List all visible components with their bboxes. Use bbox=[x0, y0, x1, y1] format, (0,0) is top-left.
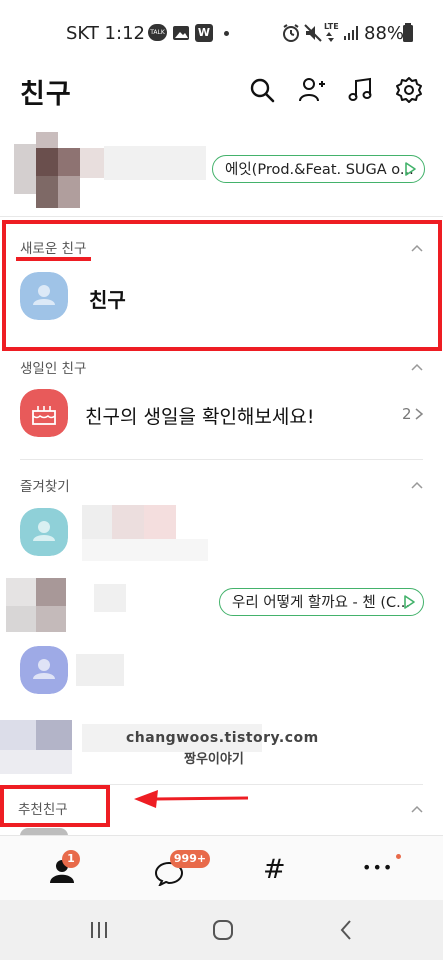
favorite-music-pill[interactable]: 우리 어떻게 할까요 - 첸 (C... bbox=[219, 588, 424, 616]
my-profile-avatar[interactable] bbox=[14, 130, 104, 210]
play-icon bbox=[405, 162, 416, 176]
favorite-name-blurred bbox=[94, 584, 126, 612]
talk-notification-icon: TALK bbox=[148, 24, 167, 41]
divider bbox=[0, 216, 443, 217]
carrier-time: SKT 1:12 bbox=[66, 23, 145, 44]
blur-block bbox=[6, 606, 36, 632]
blur-block bbox=[144, 505, 176, 539]
collapse-new-friends-icon[interactable] bbox=[410, 243, 424, 253]
favorite-avatar-blurred bbox=[0, 720, 36, 750]
tab-friends[interactable]: 1 bbox=[42, 848, 82, 888]
battery-percent: 88% bbox=[364, 23, 405, 44]
search-icon[interactable] bbox=[248, 76, 276, 104]
page-title: 친구 bbox=[20, 79, 72, 110]
section-label-favorites: 즐겨찾기 bbox=[20, 479, 70, 495]
signal-icon bbox=[344, 26, 358, 40]
collapse-favorites-icon[interactable] bbox=[410, 480, 424, 490]
home-icon[interactable] bbox=[212, 919, 234, 941]
watermark-name: 짱우이야기 bbox=[184, 752, 244, 767]
image-notification-icon bbox=[173, 26, 189, 40]
tab-hash[interactable]: # bbox=[263, 854, 286, 885]
red-arrow-annotation bbox=[134, 790, 249, 808]
add-friend-icon[interactable] bbox=[298, 76, 326, 104]
birthday-prompt-text: 친구의 생일을 확인해보세요! bbox=[85, 406, 315, 428]
blur-block bbox=[36, 606, 66, 632]
w-notification-icon: W bbox=[195, 24, 213, 42]
favorite-name-blurred bbox=[76, 654, 124, 686]
more-dots-icon: ••• bbox=[362, 858, 394, 877]
my-music-pill[interactable]: 에잇(Prod.&Feat. SUGA o... bbox=[212, 155, 425, 183]
friends-badge: 1 bbox=[62, 850, 80, 868]
tab-chats[interactable]: 999+ bbox=[152, 848, 212, 888]
system-nav-bar bbox=[0, 900, 443, 960]
status-bar: SKT 1:12 TALK W LTE 88% bbox=[0, 0, 443, 66]
birthday-row[interactable]: 친구의 생일을 확인해보세요! 2 bbox=[20, 389, 425, 439]
default-avatar-icon bbox=[20, 508, 68, 556]
collapse-birthday-icon[interactable] bbox=[410, 362, 424, 372]
favorite-item[interactable] bbox=[20, 505, 420, 564]
section-label-birthday: 생일인 친구 bbox=[20, 361, 87, 377]
section-label-new-friends: 새로운 친구 bbox=[20, 241, 87, 257]
alarm-icon bbox=[283, 24, 299, 42]
watermark-url: changwoos.tistory.com bbox=[126, 730, 319, 746]
favorite-item[interactable] bbox=[20, 646, 420, 696]
blur-block bbox=[0, 750, 72, 774]
birthday-count: 2 bbox=[402, 405, 412, 423]
default-avatar-icon bbox=[20, 272, 68, 320]
favorite-item[interactable]: 우리 어떻게 할까요 - 첸 (C... bbox=[6, 578, 426, 634]
more-new-dot bbox=[396, 854, 401, 859]
music-icon[interactable] bbox=[347, 76, 375, 104]
collapse-recommended-icon[interactable] bbox=[410, 804, 424, 814]
new-friend-name: 친구 bbox=[89, 288, 126, 312]
favorite-music-pill-label: 우리 어떻게 할까요 - 첸 (C... bbox=[232, 595, 410, 611]
my-profile-name-blurred bbox=[104, 146, 206, 180]
underline-annotation bbox=[16, 257, 91, 261]
list-item-new-friend[interactable]: 친구 bbox=[20, 272, 420, 324]
play-icon bbox=[404, 595, 415, 609]
blur-block bbox=[112, 505, 144, 539]
birthday-cake-icon bbox=[20, 389, 68, 437]
more-notifications-dot bbox=[224, 31, 229, 36]
blur-block bbox=[82, 539, 208, 561]
tab-more[interactable]: ••• bbox=[362, 854, 402, 886]
back-icon[interactable] bbox=[339, 919, 353, 941]
default-avatar-icon bbox=[20, 646, 68, 694]
mute-icon bbox=[304, 24, 322, 42]
recent-apps-icon[interactable] bbox=[89, 920, 109, 940]
favorite-avatar-blurred bbox=[6, 578, 36, 606]
blur-block bbox=[36, 578, 66, 606]
divider bbox=[20, 459, 423, 460]
my-music-pill-label: 에잇(Prod.&Feat. SUGA o... bbox=[225, 162, 414, 178]
section-label-recommended: 추천친구 bbox=[18, 802, 68, 818]
blur-block bbox=[36, 720, 72, 754]
chats-badge: 999+ bbox=[170, 850, 210, 868]
bottom-tab-bar: 1 999+ # ••• bbox=[0, 835, 443, 901]
battery-icon bbox=[403, 23, 413, 42]
data-arrows-icon bbox=[326, 32, 334, 42]
lte-label: LTE bbox=[324, 22, 339, 31]
settings-icon[interactable] bbox=[395, 76, 423, 104]
favorite-name-blurred bbox=[82, 505, 112, 539]
chevron-right-icon bbox=[415, 408, 424, 420]
